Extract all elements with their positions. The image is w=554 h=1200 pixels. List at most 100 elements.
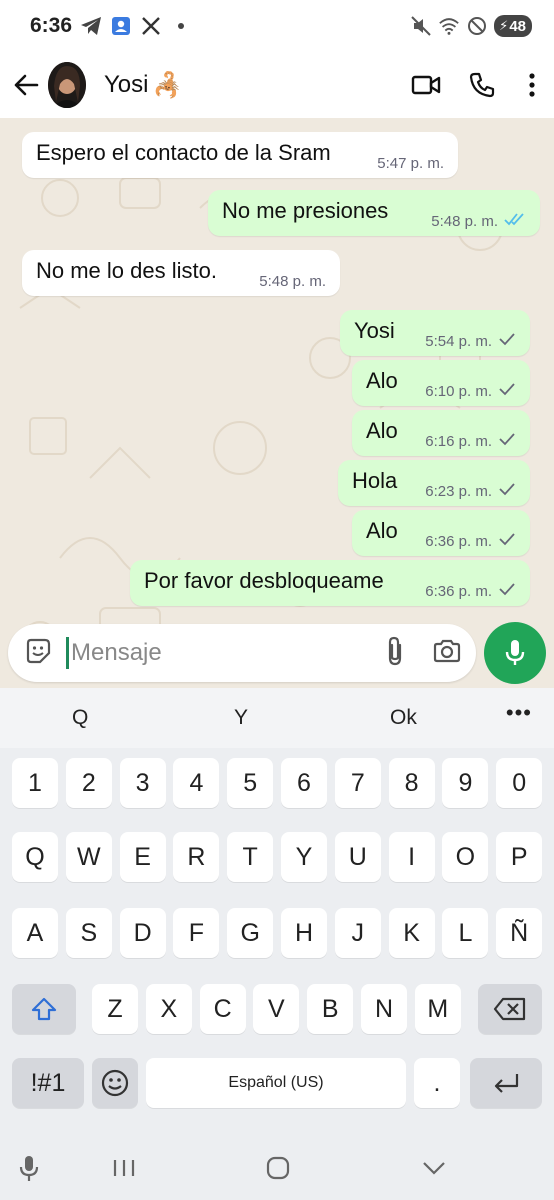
message-meta: 5:54 p. m. [425, 332, 516, 350]
message-meta: 6:36 p. m. [425, 582, 516, 600]
more-vertical-icon [529, 73, 535, 97]
composer-icons [384, 636, 462, 671]
key-w[interactable]: W [65, 832, 112, 882]
key-8[interactable]: 8 [388, 758, 435, 808]
suggestion-1[interactable]: Q [72, 706, 88, 730]
key-f[interactable]: F [173, 908, 220, 958]
message-meta: 6:36 p. m. [425, 532, 516, 550]
key-c[interactable]: C [199, 984, 246, 1034]
keyboard-mic-icon[interactable] [18, 1154, 40, 1189]
key-4[interactable]: 4 [173, 758, 220, 808]
key-6[interactable]: 6 [281, 758, 327, 808]
key-1[interactable]: 1 [12, 758, 58, 808]
outgoing-message[interactable]: Alo 6:10 p. m. [352, 360, 530, 406]
suggestion-3[interactable]: Ok [390, 706, 417, 730]
message-time: 5:48 p. m. [259, 273, 326, 290]
key-e[interactable]: E [119, 832, 166, 882]
period-key[interactable]: . [414, 1058, 460, 1108]
contact-name[interactable]: Yosi 🦂 [104, 71, 182, 100]
key-v[interactable]: V [253, 984, 300, 1034]
space-key[interactable]: Español (US) [146, 1058, 406, 1108]
message-input[interactable] [71, 639, 351, 667]
check-icon [498, 482, 516, 500]
key-u[interactable]: U [334, 832, 381, 882]
voice-message-button[interactable] [484, 622, 546, 684]
key-l[interactable]: L [442, 908, 489, 958]
incoming-message[interactable]: Espero el contacto de la Sram 5:47 p. m. [22, 132, 458, 178]
outgoing-message[interactable]: No me presiones 5:48 p. m. [208, 190, 540, 236]
suggestion-strip: Q Y Ok ••• [0, 688, 554, 748]
shift-key[interactable] [12, 984, 76, 1034]
key-k[interactable]: K [388, 908, 435, 958]
system-nav-bar [0, 1134, 554, 1200]
suggestion-2[interactable]: Y [234, 706, 248, 730]
check-icon [498, 532, 516, 550]
key-z[interactable]: Z [92, 984, 138, 1034]
key-9[interactable]: 9 [442, 758, 489, 808]
phone-icon [469, 72, 495, 98]
message-time: 6:36 p. m. [425, 532, 492, 550]
key-g[interactable]: G [227, 908, 274, 958]
backspace-icon [493, 997, 526, 1021]
hide-keyboard-icon[interactable] [422, 1160, 446, 1181]
outgoing-message[interactable]: Alo 6:16 p. m. [352, 410, 530, 456]
key-q[interactable]: Q [12, 832, 58, 882]
key-d[interactable]: D [119, 908, 166, 958]
more-options-button[interactable] [510, 60, 554, 110]
emoji-key[interactable] [92, 1058, 138, 1108]
key-j[interactable]: J [334, 908, 381, 958]
key-y[interactable]: Y [281, 832, 327, 882]
dot-icon [170, 15, 192, 37]
avatar[interactable] [48, 62, 86, 108]
key-t[interactable]: T [227, 832, 274, 882]
key-m[interactable]: M [414, 984, 461, 1034]
enter-key[interactable] [470, 1058, 542, 1108]
message-text: No me presiones [222, 198, 389, 223]
mute-icon [410, 15, 432, 37]
message-text: Alo [366, 518, 398, 543]
composer-row [0, 618, 554, 688]
outgoing-message[interactable]: Hola 6:23 p. m. [338, 460, 530, 506]
home-icon[interactable] [266, 1156, 290, 1185]
incoming-message[interactable]: No me lo des listo. 5:48 p. m. [22, 250, 340, 296]
key-3[interactable]: 3 [119, 758, 166, 808]
key-o[interactable]: O [442, 832, 489, 882]
backspace-key[interactable] [478, 984, 542, 1034]
symbols-key[interactable]: !#1 [12, 1058, 84, 1108]
message-text: Alo [366, 368, 398, 393]
video-call-button[interactable] [398, 60, 454, 110]
key-7[interactable]: 7 [334, 758, 381, 808]
key-5[interactable]: 5 [227, 758, 274, 808]
key-a[interactable]: A [12, 908, 58, 958]
recents-icon[interactable] [112, 1158, 136, 1183]
key-ñ[interactable]: Ñ [496, 908, 543, 958]
sticker-icon[interactable] [24, 637, 52, 670]
key-i[interactable]: I [388, 832, 435, 882]
key-x[interactable]: X [145, 984, 192, 1034]
key-s[interactable]: S [65, 908, 112, 958]
key-n[interactable]: N [361, 984, 407, 1034]
key-0[interactable]: 0 [496, 758, 543, 808]
back-button[interactable] [4, 63, 48, 107]
paperclip-icon[interactable] [384, 636, 406, 671]
key-p[interactable]: P [496, 832, 543, 882]
message-meta: 6:23 p. m. [425, 482, 516, 500]
chat-area[interactable]: Espero el contacto de la Sram 5:47 p. m. N… [0, 118, 554, 688]
outgoing-message[interactable]: Yosi 5:54 p. m. [340, 310, 530, 356]
message-time: 6:23 p. m. [425, 482, 492, 500]
message-time: 5:48 p. m. [431, 212, 498, 230]
camera-icon[interactable] [432, 638, 462, 669]
key-b[interactable]: B [307, 984, 354, 1034]
key-h[interactable]: H [281, 908, 327, 958]
chat-header: Yosi 🦂 [0, 52, 554, 118]
more-horizontal-icon[interactable]: ••• [506, 700, 532, 726]
composer[interactable] [8, 624, 476, 682]
outgoing-message[interactable]: Alo 6:36 p. m. [352, 510, 530, 556]
outgoing-message[interactable]: Por favor desbloqueame 6:36 p. m. [130, 560, 530, 606]
double-check-icon [504, 212, 526, 230]
voice-call-button[interactable] [454, 60, 510, 110]
key-2[interactable]: 2 [65, 758, 112, 808]
message-time: 6:16 p. m. [425, 432, 492, 450]
battery-level: 48 [509, 17, 526, 35]
key-r[interactable]: R [173, 832, 220, 882]
